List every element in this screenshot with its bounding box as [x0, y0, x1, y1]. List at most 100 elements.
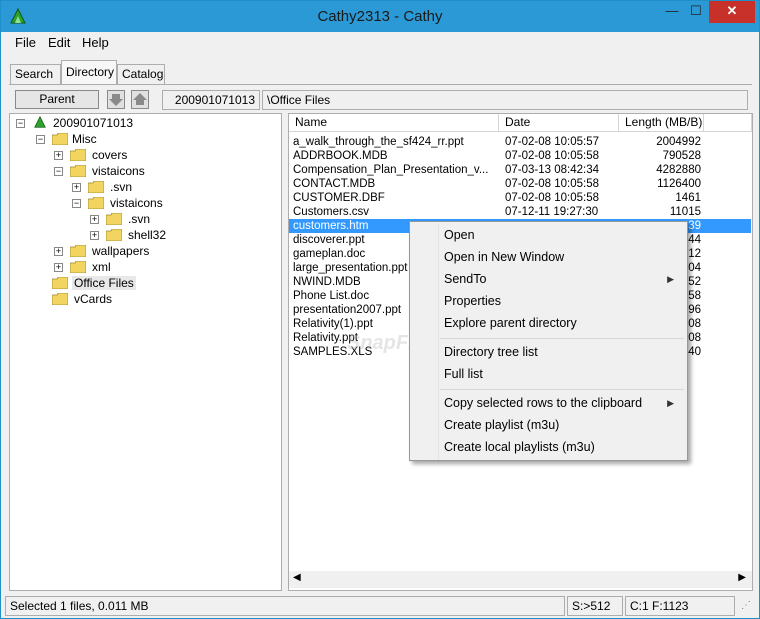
menu-open-label: Open [444, 228, 475, 242]
menu-open[interactable]: Open [444, 225, 684, 245]
tab-directory[interactable]: Directory [61, 60, 117, 84]
expand-icon[interactable]: + [72, 183, 81, 192]
status-selected: Selected 1 files, 0.011 MB [5, 596, 565, 616]
table-row[interactable]: ADDRBOOK.MDB 07-02-08 10:05:58 790528 [289, 149, 751, 163]
cell-length: 4282880 [656, 164, 701, 176]
horizontal-scrollbar[interactable]: ◀ ▶ [289, 571, 752, 588]
folder-icon [52, 133, 68, 145]
menu-full-list-label: Full list [444, 367, 483, 381]
tree-label: covers [92, 148, 128, 162]
tree-label: shell32 [128, 228, 167, 242]
cell-date: 07-02-08 10:05:58 [505, 178, 599, 190]
directory-tree[interactable]: − 200901071013 − Misc + covers − vistaic… [9, 113, 282, 591]
tree-label: xml [92, 260, 111, 274]
tree-label: Misc [72, 132, 97, 146]
tab-divider [9, 84, 752, 85]
up-arrow-button[interactable] [131, 90, 149, 109]
down-arrow-icon [109, 94, 123, 106]
cell-date: 07-02-08 10:05:57 [505, 136, 599, 148]
expand-icon[interactable]: + [54, 263, 63, 272]
catalog-id-field[interactable]: 200901071013 [162, 90, 260, 110]
cell-name: ADDRBOOK.MDB [293, 150, 388, 162]
menu-gutter [438, 224, 439, 460]
folder-icon [70, 245, 86, 257]
menu-properties-label: Properties [444, 294, 501, 308]
menu-create-playlist[interactable]: Create playlist (m3u) [444, 415, 684, 435]
menu-open-new-window-label: Open in New Window [444, 250, 565, 264]
menu-create-playlist-label: Create playlist (m3u) [444, 418, 560, 432]
status-sort: S:>512 [567, 596, 623, 616]
table-row[interactable]: a_walk_through_the_sf424_rr.ppt 07-02-08 … [289, 135, 751, 149]
expand-icon[interactable]: + [90, 215, 99, 224]
menu-directory-tree-list[interactable]: Directory tree list [444, 342, 684, 362]
cell-length: 1461 [675, 192, 701, 204]
cell-length: 2004992 [656, 136, 701, 148]
column-date[interactable]: Date [499, 114, 619, 132]
up-arrow-icon [133, 93, 147, 105]
tab-catalog[interactable]: Catalog [117, 64, 165, 84]
table-row[interactable]: CONTACT.MDB 07-02-08 10:05:58 1126400 [289, 177, 751, 191]
menu-full-list[interactable]: Full list [444, 364, 684, 384]
folder-icon [70, 261, 86, 273]
table-row[interactable]: Compensation_Plan_Presentation_v... 07-03… [289, 163, 751, 177]
close-button[interactable]: ✕ [709, 1, 755, 23]
menu-copy-rows[interactable]: Copy selected rows to the clipboard ▶ [444, 393, 684, 413]
folder-icon [70, 149, 86, 161]
submenu-arrow-icon: ▶ [667, 274, 674, 284]
cell-date: 07-03-13 08:42:34 [505, 164, 599, 176]
collapse-icon[interactable]: − [72, 199, 81, 208]
tree-root-label: 200901071013 [53, 116, 134, 130]
menu-explore-parent[interactable]: Explore parent directory [444, 313, 684, 333]
collapse-icon[interactable]: − [36, 135, 45, 144]
scroll-right-icon[interactable]: ▶ [738, 572, 746, 583]
folder-icon [52, 293, 68, 305]
menu-sendto[interactable]: SendTo ▶ [444, 269, 684, 289]
catalog-root-icon [34, 116, 46, 128]
cell-date: 07-12-11 19:27:30 [505, 206, 599, 218]
menu-directory-tree-list-label: Directory tree list [444, 345, 538, 359]
expand-icon[interactable]: + [54, 151, 63, 160]
cell-name: CUSTOMER.DBF [293, 192, 385, 204]
menu-create-local-playlists[interactable]: Create local playlists (m3u) [444, 437, 684, 457]
cell-name: Compensation_Plan_Presentation_v... [293, 164, 489, 176]
expand-icon[interactable]: + [54, 247, 63, 256]
parent-button[interactable]: Parent [15, 90, 99, 109]
menu-sendto-label: SendTo [444, 272, 487, 286]
tab-search[interactable]: Search [10, 64, 61, 84]
collapse-icon[interactable]: − [16, 119, 25, 128]
table-row[interactable]: CUSTOMER.DBF 07-02-08 10:05:58 1461 [289, 191, 751, 205]
menu-file[interactable]: File [15, 35, 36, 50]
maximize-button[interactable]: ☐ [681, 1, 711, 23]
menu-bar: File Edit Help [1, 32, 759, 53]
column-length[interactable]: Length (MB/B) [619, 114, 704, 132]
menu-properties[interactable]: Properties [444, 291, 684, 311]
cell-length: 790528 [662, 150, 701, 162]
folder-icon [70, 165, 86, 177]
menu-help[interactable]: Help [82, 35, 109, 50]
cell-length: 11015 [669, 206, 701, 218]
menu-open-new-window[interactable]: Open in New Window [444, 247, 684, 267]
cell-date: 07-02-08 10:05:58 [505, 192, 599, 204]
menu-edit[interactable]: Edit [48, 35, 70, 50]
resize-grip-icon[interactable]: ⋰ [741, 600, 751, 611]
submenu-arrow-icon: ▶ [667, 398, 674, 408]
tree-label: .svn [110, 180, 133, 194]
menu-separator [440, 389, 684, 390]
down-arrow-button[interactable] [107, 90, 125, 109]
path-field[interactable]: \Office Files [262, 90, 748, 110]
menu-create-local-playlists-label: Create local playlists (m3u) [444, 440, 595, 454]
tree-label: vistaicons [110, 196, 163, 210]
tree-label: .svn [128, 212, 151, 226]
column-name[interactable]: Name [289, 114, 499, 132]
table-row[interactable]: Customers.csv 07-12-11 19:27:30 11015 [289, 205, 751, 219]
menu-copy-rows-label: Copy selected rows to the clipboard [444, 396, 643, 410]
expand-icon[interactable]: + [90, 231, 99, 240]
cell-name: a_walk_through_the_sf424_rr.ppt [293, 136, 464, 148]
column-extra [704, 114, 752, 132]
title-bar[interactable]: Cathy2313 - Cathy — ☐ ✕ [1, 1, 759, 32]
collapse-icon[interactable]: − [54, 167, 63, 176]
folder-icon [106, 229, 122, 241]
status-position: C:1 F:1123 [625, 596, 735, 616]
scroll-left-icon[interactable]: ◀ [293, 572, 301, 583]
folder-icon [88, 181, 104, 193]
